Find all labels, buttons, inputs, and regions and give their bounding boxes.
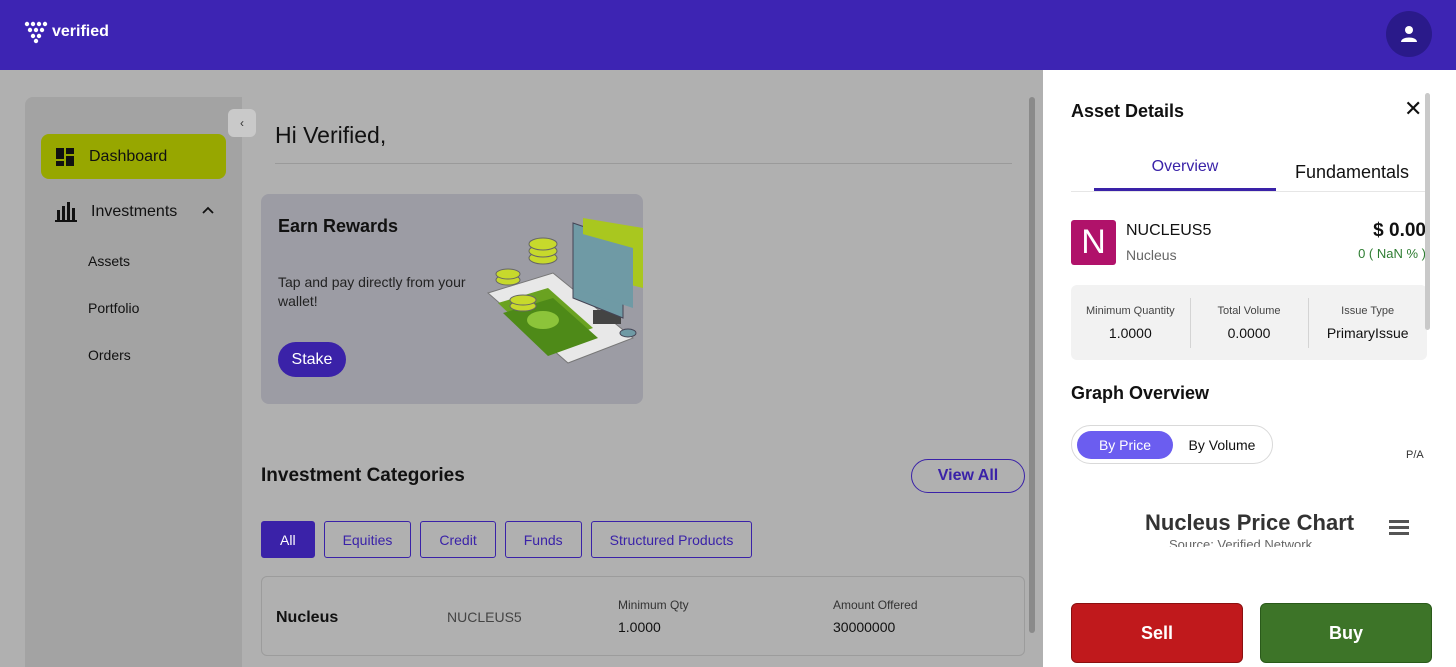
row-amount-value: 30000000 — [833, 619, 896, 635]
rewards-title: Earn Rewards — [278, 216, 399, 236]
chip-structured-products[interactable]: Structured Products — [590, 521, 753, 558]
sidebar-subitem-assets[interactable]: Assets — [88, 253, 130, 269]
top-bar: verified — [0, 0, 1456, 70]
row-amount-label: Amount Offered — [833, 598, 918, 612]
tab-fundamentals[interactable]: Fundamentals — [1291, 162, 1413, 183]
user-avatar-button[interactable] — [1386, 11, 1432, 57]
row-asset-name: Nucleus — [276, 609, 339, 626]
rewards-text: Tap and pay directly from your wallet! — [278, 274, 466, 309]
sidebar-item-dashboard[interactable]: Dashboard — [41, 134, 226, 179]
chip-credit[interactable]: Credit — [420, 521, 496, 558]
bar-chart-icon — [55, 201, 77, 222]
hamburger-menu-icon[interactable] — [1389, 519, 1409, 535]
by-price-button[interactable]: By Price — [1077, 431, 1173, 459]
graph-mode-toggle: By Price By Volume — [1071, 425, 1273, 464]
asset-logo: N — [1071, 220, 1116, 265]
wallet-illustration — [486, 218, 643, 364]
asset-price: $ 0.00 — [1373, 220, 1426, 241]
asset-change: 0 ( NaN % ) — [1358, 246, 1426, 261]
chart-subtitle: Source: Verified Network — [1169, 538, 1313, 547]
page-greeting: Hi Verified, — [275, 122, 387, 148]
graph-overview-title: Graph Overview — [1071, 383, 1210, 403]
chevron-up-icon[interactable] — [201, 203, 215, 217]
divider — [275, 163, 1012, 164]
row-asset-symbol: NUCLEUS5 — [447, 609, 522, 625]
earn-rewards-card: Earn Rewards Tap and pay directly from y… — [261, 194, 643, 404]
view-all-button[interactable]: View All — [911, 459, 1025, 493]
stat-value: 0.0000 — [1227, 324, 1271, 341]
asset-stats: Minimum Quantity 1.0000 Total Volume 0.0… — [1071, 285, 1427, 360]
asset-name: Nucleus — [1126, 247, 1177, 263]
asset-details-panel: Asset Details ✕ Overview Fundamentals N … — [1043, 70, 1456, 667]
stat-total-volume: Total Volume 0.0000 — [1189, 285, 1309, 360]
sell-button[interactable]: Sell — [1071, 603, 1243, 663]
brand-logo[interactable]: verified — [24, 20, 109, 44]
stat-label: Total Volume — [1217, 304, 1281, 317]
by-volume-button[interactable]: By Volume — [1176, 431, 1268, 459]
dashboard-icon — [56, 147, 74, 166]
sidebar-collapse-button[interactable]: ‹ — [228, 109, 256, 137]
chevron-left-icon: ‹ — [240, 116, 244, 130]
tab-overview[interactable]: Overview — [1094, 158, 1276, 176]
chip-equities[interactable]: Equities — [323, 521, 412, 558]
row-min-qty-value: 1.0000 — [618, 619, 661, 635]
stat-label: Minimum Quantity — [1086, 304, 1175, 317]
verified-logo-icon — [24, 21, 48, 44]
brand-name: verified — [52, 23, 109, 40]
stat-value: 1.0000 — [1108, 324, 1152, 341]
pa-label: P/A — [1406, 449, 1424, 461]
stat-label: Issue Type — [1341, 304, 1395, 317]
sidebar-item-label: Investments — [91, 202, 178, 220]
close-icon[interactable]: ✕ — [1404, 98, 1422, 120]
investment-row[interactable]: Nucleus NUCLEUS5 Minimum Qty 1.0000 Amou… — [261, 576, 1025, 656]
sidebar-subitem-orders[interactable]: Orders — [88, 347, 131, 363]
panel-title: Asset Details — [1071, 101, 1185, 121]
asset-symbol: NUCLEUS5 — [1126, 222, 1212, 239]
sidebar-item-label: Dashboard — [89, 147, 168, 165]
stat-issue-type: Issue Type PrimaryIssue — [1308, 285, 1427, 360]
buy-button[interactable]: Buy — [1260, 603, 1432, 663]
sidebar-subitem-portfolio[interactable]: Portfolio — [88, 300, 139, 316]
user-icon — [1401, 26, 1417, 42]
investment-categories-title: Investment Categories — [261, 465, 465, 486]
sidebar: Dashboard Investments Assets Portfolio O… — [25, 97, 242, 667]
sidebar-item-investments[interactable]: Investments — [41, 189, 226, 234]
panel-scrollbar[interactable] — [1425, 93, 1430, 330]
category-filter-chips: All Equities Credit Funds Structured Pro… — [261, 521, 753, 558]
stat-minimum-quantity: Minimum Quantity 1.0000 — [1071, 285, 1190, 360]
row-min-qty-label: Minimum Qty — [618, 598, 689, 612]
main-scrollbar[interactable] — [1029, 97, 1035, 633]
chart-title: Nucleus Price Chart — [1145, 510, 1355, 535]
stake-button[interactable]: Stake — [278, 342, 346, 377]
tab-active-indicator — [1094, 188, 1276, 191]
tab-divider — [1071, 191, 1427, 192]
chip-all[interactable]: All — [261, 521, 315, 558]
chip-funds[interactable]: Funds — [504, 521, 582, 558]
stat-value: PrimaryIssue — [1326, 324, 1409, 341]
